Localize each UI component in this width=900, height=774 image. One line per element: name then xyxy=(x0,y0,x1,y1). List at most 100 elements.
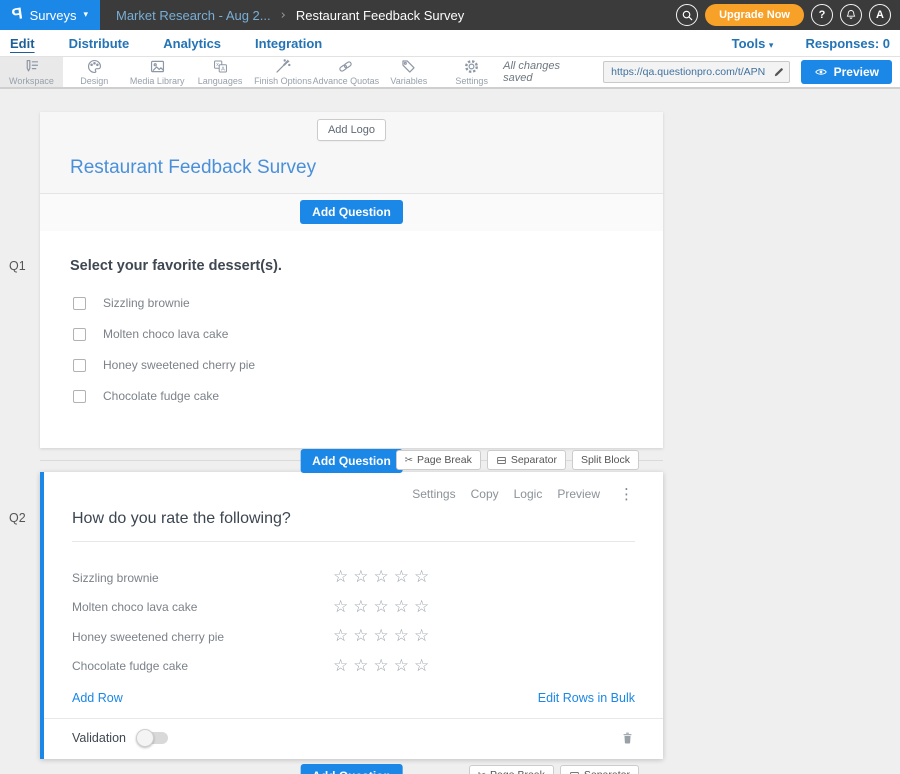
breadcrumb-folder[interactable]: Market Research - Aug 2... xyxy=(116,8,271,23)
search-icon xyxy=(681,9,694,22)
q2-copy-link[interactable]: Copy xyxy=(471,487,499,501)
option-label[interactable]: Honey sweetened cherry pie xyxy=(103,358,255,372)
tools-menu[interactable]: Tools ▾ xyxy=(732,36,774,51)
q1-option-row: Chocolate fudge cake xyxy=(70,389,633,403)
rating-row-label[interactable]: Honey sweetened cherry pie xyxy=(72,630,333,644)
delete-question-button[interactable] xyxy=(620,730,635,746)
star-rating[interactable]: ☆☆☆☆☆ xyxy=(333,658,434,675)
eye-icon xyxy=(814,65,828,79)
checkbox[interactable] xyxy=(73,390,86,403)
insert-question-row: Add Question ✂Page Break Separator xyxy=(40,764,663,774)
tool-advance-quotas[interactable]: Advance Quotas xyxy=(314,57,377,87)
separator-button[interactable]: Separator xyxy=(560,765,639,774)
palette-icon xyxy=(86,58,103,75)
add-question-button-bottom[interactable]: Add Question xyxy=(300,764,403,774)
tool-languages[interactable]: xA Languages xyxy=(189,57,252,87)
q2-action-bar: Settings Copy Logic Preview ⋮ xyxy=(72,485,635,503)
checkbox[interactable] xyxy=(73,359,86,372)
add-question-button-mid[interactable]: Add Question xyxy=(300,449,403,473)
page-break-button[interactable]: ✂Page Break xyxy=(396,450,481,470)
option-label[interactable]: Sizzling brownie xyxy=(103,296,190,310)
breadcrumb: Market Research - Aug 2... › Restaurant … xyxy=(116,8,464,23)
nav-right: Tools ▾ Responses: 0 xyxy=(732,36,890,51)
survey-header-section: Add Logo Restaurant Feedback Survey xyxy=(40,112,663,194)
preview-button[interactable]: Preview xyxy=(801,60,892,84)
account-avatar[interactable]: A xyxy=(869,4,891,26)
chain-links-icon xyxy=(337,58,354,75)
pencil-icon xyxy=(773,66,785,78)
q2-question-text[interactable]: How do you rate the following? xyxy=(72,510,635,542)
notifications-button[interactable] xyxy=(840,4,862,26)
insert-actions: ✂Page Break Separator xyxy=(469,765,639,774)
svg-text:A: A xyxy=(221,66,225,72)
rating-row-label[interactable]: Molten choco lava cake xyxy=(72,600,333,614)
split-block-button[interactable]: Split Block xyxy=(572,450,639,470)
page-break-button[interactable]: ✂Page Break xyxy=(469,765,554,774)
question-number-q2: Q2 xyxy=(9,511,26,525)
tab-distribute[interactable]: Distribute xyxy=(69,36,130,51)
image-icon xyxy=(149,58,166,75)
rating-row: Honey sweetened cherry pie ☆☆☆☆☆ xyxy=(72,622,635,652)
q2-settings-link[interactable]: Settings xyxy=(412,487,455,501)
q1-option-row: Sizzling brownie xyxy=(70,296,633,310)
q1-option-row: Honey sweetened cherry pie xyxy=(70,358,633,372)
tab-edit[interactable]: Edit xyxy=(10,36,35,51)
q2-row-links: Add Row Edit Rows in Bulk xyxy=(72,691,635,718)
more-options-icon[interactable]: ⋮ xyxy=(619,485,635,503)
add-question-button-top[interactable]: Add Question xyxy=(300,200,403,224)
tool-variables[interactable]: Variables xyxy=(377,57,440,87)
translate-icon: xA xyxy=(212,58,229,75)
questionpro-logo-icon: P xyxy=(11,5,24,24)
q2-preview-link[interactable]: Preview xyxy=(557,487,600,501)
tool-finish-options[interactable]: Finish Options xyxy=(252,57,315,87)
tab-analytics[interactable]: Analytics xyxy=(163,36,221,51)
add-row-link[interactable]: Add Row xyxy=(72,691,123,705)
ribbon-right: All changes saved Preview xyxy=(503,57,900,87)
rating-table: Sizzling brownie ☆☆☆☆☆ Molten choco lava… xyxy=(72,563,635,681)
tool-media-library[interactable]: Media Library xyxy=(126,57,189,87)
add-logo-button[interactable]: Add Logo xyxy=(317,119,386,141)
option-label[interactable]: Chocolate fudge cake xyxy=(103,389,219,403)
checkbox[interactable] xyxy=(73,297,86,310)
bell-icon xyxy=(845,9,857,21)
search-button[interactable] xyxy=(676,4,698,26)
insert-question-row: Add Question ✂Page Break Separator Split… xyxy=(40,449,663,471)
chevron-down-icon: ▾ xyxy=(769,41,774,51)
star-rating[interactable]: ☆☆☆☆☆ xyxy=(333,569,434,586)
q2-footer: Validation xyxy=(44,718,663,759)
breadcrumb-separator-icon: › xyxy=(281,8,286,23)
surveys-menu[interactable]: P Surveys ▾ xyxy=(0,0,100,30)
separator-button[interactable]: Separator xyxy=(487,450,566,470)
question-q2-card: Settings Copy Logic Preview ⋮ How do you… xyxy=(40,472,663,759)
separator-icon xyxy=(496,455,507,466)
toggle-knob xyxy=(136,729,154,747)
autosave-status: All changes saved xyxy=(503,60,592,84)
avatar-letter: A xyxy=(876,9,884,21)
rating-row-label[interactable]: Sizzling brownie xyxy=(72,571,333,585)
q2-logic-link[interactable]: Logic xyxy=(514,487,543,501)
tool-workspace[interactable]: Workspace xyxy=(0,57,63,87)
edit-rows-in-bulk-link[interactable]: Edit Rows in Bulk xyxy=(538,691,635,705)
checkbox[interactable] xyxy=(73,328,86,341)
app-window: P Surveys ▾ Market Research - Aug 2... ›… xyxy=(0,0,900,774)
separator-icon xyxy=(569,770,580,774)
q1-option-row: Molten choco lava cake xyxy=(70,327,633,341)
star-rating[interactable]: ☆☆☆☆☆ xyxy=(333,599,434,616)
tool-settings[interactable]: Settings xyxy=(440,57,503,87)
edit-url-button[interactable] xyxy=(769,66,789,78)
header-actions: Upgrade Now ? A xyxy=(676,4,900,26)
survey-url-input[interactable] xyxy=(604,66,768,78)
question-mark-icon: ? xyxy=(819,9,826,21)
tool-design[interactable]: Design xyxy=(63,57,126,87)
add-question-band-top: Add Question xyxy=(40,194,663,231)
help-button[interactable]: ? xyxy=(811,4,833,26)
responses-count[interactable]: Responses: 0 xyxy=(805,36,890,51)
star-rating[interactable]: ☆☆☆☆☆ xyxy=(333,628,434,645)
survey-title[interactable]: Restaurant Feedback Survey xyxy=(70,157,663,179)
validation-toggle[interactable] xyxy=(138,732,168,744)
upgrade-now-button[interactable]: Upgrade Now xyxy=(705,4,804,26)
tab-integration[interactable]: Integration xyxy=(255,36,322,51)
q1-question-text[interactable]: Select your favorite dessert(s). xyxy=(70,258,633,274)
option-label[interactable]: Molten choco lava cake xyxy=(103,327,228,341)
rating-row-label[interactable]: Chocolate fudge cake xyxy=(72,659,333,673)
